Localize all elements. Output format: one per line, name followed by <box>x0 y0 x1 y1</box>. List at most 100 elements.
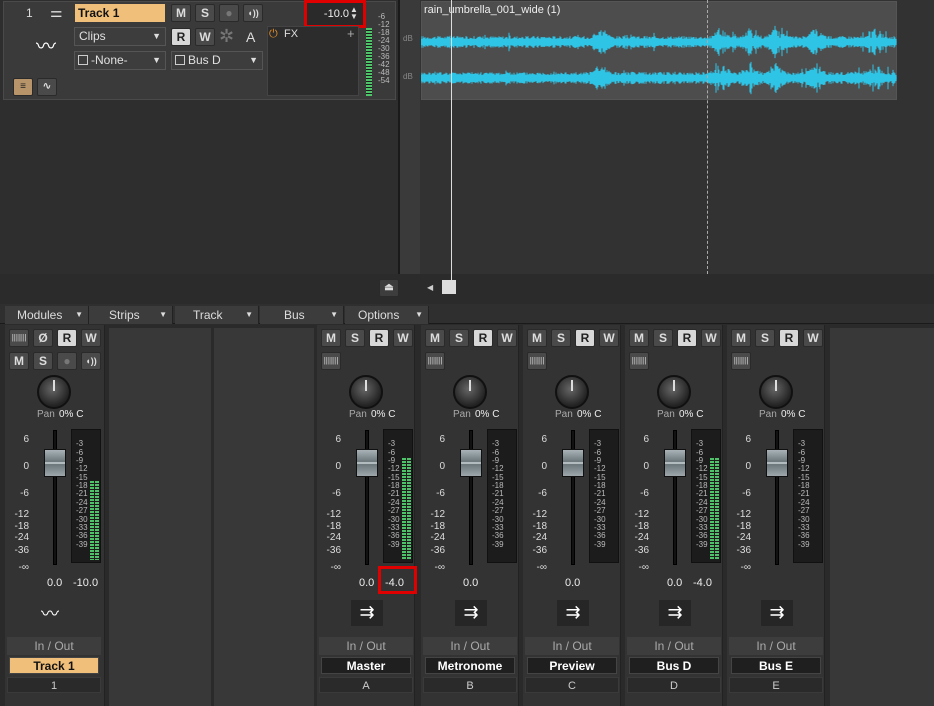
mute-button[interactable]: M <box>9 352 29 370</box>
add-fx-icon[interactable]: + <box>347 26 355 41</box>
strip-name-field[interactable]: Track 1 <box>9 657 99 674</box>
in-out-section[interactable]: In / Out <box>729 637 823 655</box>
routing-icon[interactable]: ⇉ <box>761 600 793 626</box>
bus-interleave-button[interactable]: ||||||| <box>629 352 649 370</box>
read-automation-button[interactable]: R <box>575 329 595 347</box>
read-automation-button[interactable]: R <box>369 329 389 347</box>
solo-button[interactable]: S <box>653 329 673 347</box>
solo-button[interactable]: S <box>551 329 571 347</box>
freeze-icon[interactable]: ✲ <box>219 26 234 47</box>
automation-view-button[interactable]: ∿ <box>37 78 57 96</box>
write-automation-button[interactable]: W <box>393 329 413 347</box>
solo-button[interactable]: S <box>33 352 53 370</box>
input-echo-button[interactable]: ◖)) <box>243 4 263 22</box>
pan-knob[interactable] <box>453 375 487 409</box>
archive-button[interactable]: A <box>246 29 255 45</box>
bus-interleave-button[interactable]: ||||||| <box>321 352 341 370</box>
solo-button[interactable]: S <box>345 329 365 347</box>
pan-knob[interactable] <box>759 375 793 409</box>
playhead-handle[interactable] <box>442 280 456 294</box>
fader-scale-label: -6 <box>742 488 751 499</box>
read-automation-button[interactable]: R <box>57 329 77 347</box>
write-automation-button[interactable]: W <box>803 329 823 347</box>
pan-knob[interactable] <box>37 375 71 409</box>
power-icon[interactable]: ⏻ <box>269 28 278 41</box>
volume-fader[interactable] <box>766 449 788 477</box>
record-arm-button[interactable]: ● <box>57 352 77 370</box>
tab-modules[interactable]: Modules ▼ <box>5 306 89 324</box>
record-arm-button[interactable]: ● <box>219 4 239 22</box>
strip-name-field[interactable]: Bus E <box>731 657 821 674</box>
pan-knob[interactable] <box>555 375 589 409</box>
volume-readout[interactable]: 0.0 <box>47 577 62 589</box>
in-out-section[interactable]: In / Out <box>423 637 517 655</box>
volume-fader[interactable] <box>460 449 482 477</box>
pan-knob[interactable] <box>349 375 383 409</box>
in-out-section[interactable]: In / Out <box>7 637 101 655</box>
track-settings-icon[interactable]: ⚌ <box>50 4 70 20</box>
solo-button[interactable]: S <box>755 329 775 347</box>
routing-icon[interactable]: ⇉ <box>659 600 691 626</box>
write-automation-button[interactable]: W <box>701 329 721 347</box>
strip-name-field[interactable]: Metronome <box>425 657 515 674</box>
volume-fader[interactable] <box>44 449 66 477</box>
track-interleave-button[interactable]: ||||||| <box>9 329 29 347</box>
mute-button[interactable]: M <box>425 329 445 347</box>
eject-button[interactable]: ⏏ <box>379 279 399 297</box>
meter-bar-right <box>95 481 99 560</box>
mute-button[interactable]: M <box>527 329 547 347</box>
solo-button[interactable]: S <box>195 4 215 22</box>
fader-scale-label: -∞ <box>434 562 445 573</box>
mute-button[interactable]: M <box>171 4 191 22</box>
tab-strips[interactable]: Strips ▼ <box>89 306 173 324</box>
strip-name-field[interactable]: Preview <box>527 657 617 674</box>
volume-readout[interactable]: 0.0 <box>667 577 682 589</box>
bus-interleave-button[interactable]: ||||||| <box>425 352 445 370</box>
track-name-field[interactable]: Track 1 <box>75 4 165 22</box>
volume-fader[interactable] <box>664 449 686 477</box>
fader-scale-label: -12 <box>430 509 445 520</box>
fader-scale-label: 0 <box>23 461 29 472</box>
read-automation-button[interactable]: R <box>677 329 697 347</box>
tab-bus[interactable]: Bus ▼ <box>260 306 344 324</box>
in-out-section[interactable]: In / Out <box>525 637 619 655</box>
write-automation-button[interactable]: W <box>81 329 101 347</box>
phase-invert-button[interactable]: Ø <box>33 329 53 347</box>
strip-name-field[interactable]: Master <box>321 657 411 674</box>
strip-view-button[interactable]: ≡ <box>13 78 33 96</box>
peak-readout[interactable]: -4.0 <box>693 577 712 589</box>
bus-interleave-button[interactable]: ||||||| <box>527 352 547 370</box>
volume-fader[interactable] <box>562 449 584 477</box>
read-automation-button[interactable]: R <box>779 329 799 347</box>
clips-select[interactable]: Clips ▼ <box>74 27 166 46</box>
routing-icon[interactable]: ⇉ <box>351 600 383 626</box>
write-automation-button[interactable]: W <box>195 28 215 46</box>
input-echo-button[interactable]: ◖)) <box>81 352 101 370</box>
volume-readout[interactable]: 0.0 <box>359 577 374 589</box>
tab-track[interactable]: Track ▼ <box>175 306 259 324</box>
strip-name-field[interactable]: Bus D <box>629 657 719 674</box>
peak-readout[interactable]: -10.0 <box>73 577 98 589</box>
routing-icon[interactable]: ⇉ <box>455 600 487 626</box>
pan-knob[interactable] <box>657 375 691 409</box>
fader-scale-label: -∞ <box>740 562 751 573</box>
bus-interleave-button[interactable]: ||||||| <box>731 352 751 370</box>
read-automation-button[interactable]: R <box>473 329 493 347</box>
read-automation-button[interactable]: R <box>171 28 191 46</box>
volume-fader[interactable] <box>356 449 378 477</box>
routing-icon[interactable]: ⇉ <box>557 600 589 626</box>
clip-scroll-left-icon[interactable]: ◀ <box>427 283 433 292</box>
write-automation-button[interactable]: W <box>497 329 517 347</box>
fx-bin[interactable] <box>267 26 359 96</box>
write-automation-button[interactable]: W <box>599 329 619 347</box>
solo-button[interactable]: S <box>449 329 469 347</box>
mute-button[interactable]: M <box>321 329 341 347</box>
mute-button[interactable]: M <box>731 329 751 347</box>
volume-readout[interactable]: 0.0 <box>565 577 580 589</box>
in-out-section[interactable]: In / Out <box>627 637 721 655</box>
meter-scale-label: -21 <box>594 489 606 498</box>
in-out-section[interactable]: In / Out <box>319 637 413 655</box>
volume-readout[interactable]: 0.0 <box>463 577 478 589</box>
tab-options[interactable]: Options ▼ <box>345 306 429 324</box>
mute-button[interactable]: M <box>629 329 649 347</box>
